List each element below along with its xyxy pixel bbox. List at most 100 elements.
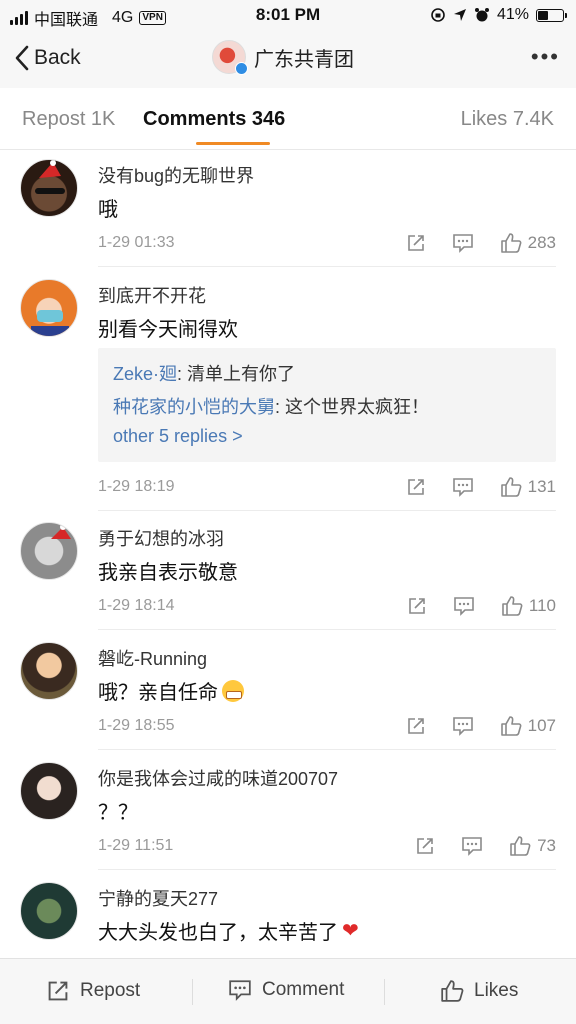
heart-icon: ❤	[342, 920, 359, 942]
battery-percent: 41%	[496, 6, 529, 23]
divider	[98, 869, 556, 870]
reply-username[interactable]: 种花家的小恺的大舅	[113, 397, 275, 417]
back-label: Back	[34, 46, 81, 69]
avatar[interactable]	[20, 159, 78, 217]
location-icon	[453, 9, 466, 21]
like-action[interactable]: 283	[500, 232, 556, 254]
like-count: 73	[537, 836, 556, 855]
avatar[interactable]	[20, 522, 78, 580]
repost-action[interactable]	[407, 596, 427, 616]
thumbs-up-icon	[441, 980, 464, 1002]
thumbs-up-icon	[500, 477, 522, 497]
like-action[interactable]: 110	[501, 595, 556, 617]
likes-label: Likes	[474, 980, 519, 1001]
like-action[interactable]: 73	[509, 835, 556, 857]
repost-action[interactable]	[406, 716, 426, 736]
comment-icon	[452, 478, 473, 497]
chevron-left-icon	[15, 45, 29, 71]
likes-button[interactable]: Likes	[440, 979, 518, 1003]
alarm-icon	[474, 8, 489, 22]
comment-text: 别看今天闹得欢	[98, 319, 238, 341]
avatar[interactable]	[20, 762, 78, 820]
share-icon	[407, 235, 424, 251]
comment-username[interactable]: 磐屹-Running	[98, 645, 207, 671]
more-options-button[interactable]: •••	[531, 44, 560, 70]
avatar[interactable]	[20, 882, 78, 940]
grimace-emoji-icon	[222, 679, 244, 702]
comment-time: 1-29 01:33	[98, 234, 175, 251]
lock-rotation-icon	[431, 8, 445, 22]
more-replies-link[interactable]: other 5 replies >	[113, 426, 243, 447]
comment-username[interactable]: 到底开不开花	[98, 282, 206, 308]
comment-username[interactable]: 宁静的夏天277	[98, 885, 218, 911]
repost-action[interactable]	[415, 836, 435, 856]
like-action[interactable]: 131	[500, 476, 556, 498]
share-icon	[407, 718, 424, 734]
comment-username[interactable]: 勇于幻想的冰羽	[98, 525, 224, 551]
reply-username[interactable]: Zeke·廻	[113, 364, 177, 384]
divider	[98, 749, 556, 750]
comment-username[interactable]: 没有bug的无聊世界	[98, 162, 254, 188]
comment-icon	[454, 597, 474, 616]
repost-label: Repost	[80, 980, 141, 1001]
like-count: 107	[527, 716, 556, 735]
like-count: 110	[528, 596, 556, 615]
bottom-action-bar: Repost Comment Likes	[0, 958, 576, 1024]
reply-preview: Zeke·廻: 清单上有你了 种花家的小恺的大舅: 这个世界太疯狂！ other…	[98, 348, 556, 462]
like-count: 283	[527, 233, 556, 252]
comment-username[interactable]: 你是我体会过咸的味道200707	[98, 765, 338, 791]
comment-icon	[229, 980, 251, 1001]
comment-text: 大大头发也白了，太辛苦了 ❤	[98, 916, 359, 945]
share-icon	[409, 598, 425, 614]
divider	[98, 629, 556, 630]
reply-action[interactable]	[461, 836, 483, 856]
divider	[98, 266, 556, 267]
reply-action[interactable]	[452, 233, 474, 253]
separator	[192, 979, 193, 1005]
back-button[interactable]: Back	[14, 44, 81, 72]
comment-actions: 131	[406, 476, 556, 498]
nav-bar: Back 广东共青团 •••	[0, 30, 576, 88]
repost-action[interactable]	[406, 477, 426, 497]
comment-text-content: 大大头发也白了，太辛苦了	[98, 922, 338, 944]
reply-action[interactable]	[453, 596, 475, 616]
reply-text: : 清单上有你了	[177, 364, 296, 384]
avatar[interactable]	[20, 279, 78, 337]
thumbs-up-icon	[510, 836, 531, 856]
comment-actions: 283	[406, 232, 556, 254]
comment-icon	[452, 234, 473, 253]
comment-icon	[452, 717, 473, 736]
comment-text: 我亲自表示敬意	[98, 562, 238, 584]
repost-action[interactable]	[406, 233, 426, 253]
tab-bar: Repost 1K Comments 346 Likes 7.4K	[0, 88, 576, 150]
like-action[interactable]: 107	[500, 715, 556, 737]
battery-icon	[536, 8, 567, 22]
comment-text: 哦	[98, 199, 118, 221]
comment-text-content: 哦？亲自任命	[98, 682, 218, 704]
tab-likes[interactable]: Likes 7.4K	[461, 108, 554, 131]
comment-time: 1-29 11:51	[98, 837, 174, 854]
status-bar: 中国联通 4G VPN 8:01 PM 41%	[0, 0, 576, 30]
thumbs-up-icon	[500, 233, 522, 253]
thumbs-up-icon	[500, 716, 522, 736]
repost-button[interactable]: Repost	[46, 979, 140, 1003]
avatar[interactable]	[20, 642, 78, 700]
like-count: 131	[527, 477, 556, 496]
account-avatar[interactable]	[212, 40, 248, 75]
christmas-hat-icon	[51, 524, 71, 539]
share-icon	[48, 981, 68, 1001]
christmas-hat-icon	[35, 160, 65, 194]
reply-line: Zeke·廻: 清单上有你了	[113, 360, 295, 386]
reply-action[interactable]	[452, 716, 474, 736]
separator	[384, 979, 385, 1005]
reply-text: : 这个世界太疯狂！	[275, 397, 430, 417]
tab-repost[interactable]: Repost 1K	[22, 108, 115, 131]
tab-comments[interactable]: Comments 346	[143, 108, 285, 131]
nav-center[interactable]: 广东共青团	[212, 40, 354, 75]
reply-action[interactable]	[452, 477, 474, 497]
thumbs-up-icon	[502, 596, 523, 616]
verified-icon	[235, 62, 248, 75]
comment-button[interactable]: Comment	[228, 979, 344, 1001]
divider	[98, 510, 556, 511]
reply-line: 种花家的小恺的大舅: 这个世界太疯狂！	[113, 393, 429, 419]
